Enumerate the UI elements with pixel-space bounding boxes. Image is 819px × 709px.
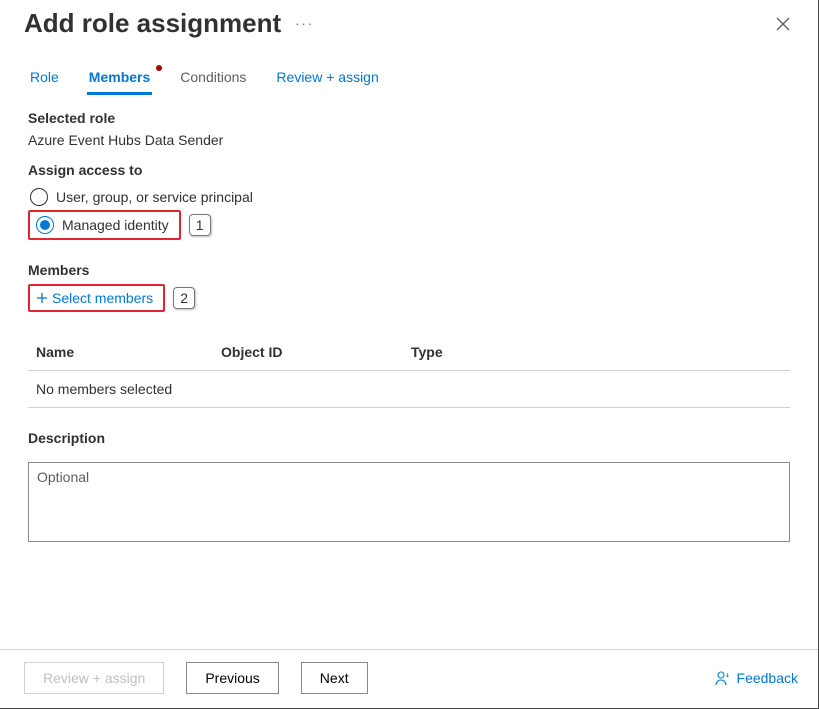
col-object-id: Object ID — [221, 344, 411, 360]
feedback-person-icon — [715, 670, 731, 686]
table-row-empty: No members selected — [28, 371, 790, 408]
close-icon — [776, 17, 790, 31]
annotation-highlight-managed-identity: Managed identity — [28, 210, 181, 240]
tab-members-label: Members — [89, 69, 150, 85]
assign-access-label: Assign access to — [28, 162, 790, 178]
tab-conditions[interactable]: Conditions — [178, 63, 248, 95]
selected-role-label: Selected role — [28, 110, 790, 126]
page-title: Add role assignment — [24, 8, 281, 39]
members-label: Members — [28, 262, 790, 278]
radio-unchecked-icon — [30, 188, 48, 206]
select-members-button[interactable]: Select members — [32, 288, 157, 308]
radio-user-group-sp[interactable]: User, group, or service principal — [28, 184, 790, 210]
close-button[interactable] — [768, 9, 798, 39]
selected-role-value: Azure Event Hubs Data Sender — [28, 132, 790, 148]
tab-strip: Role Members Conditions Review + assign — [0, 45, 818, 96]
empty-text: No members selected — [36, 381, 221, 397]
plus-icon — [36, 292, 48, 304]
col-name: Name — [36, 344, 221, 360]
feedback-link[interactable]: Feedback — [715, 670, 798, 686]
description-label: Description — [28, 430, 790, 446]
next-button[interactable]: Next — [301, 662, 368, 694]
required-indicator-icon — [156, 65, 162, 71]
radio-managed-identity[interactable]: Managed identity — [32, 214, 173, 236]
radio-checked-icon — [36, 216, 54, 234]
tab-review-assign[interactable]: Review + assign — [274, 63, 380, 95]
members-table: Name Object ID Type No members selected — [28, 334, 790, 408]
review-assign-button: Review + assign — [24, 662, 164, 694]
annotation-highlight-select-members: Select members — [28, 284, 165, 312]
radio-mi-label: Managed identity — [62, 217, 169, 233]
annotation-step-2: 2 — [173, 287, 195, 309]
select-members-label: Select members — [52, 290, 153, 306]
previous-button[interactable]: Previous — [186, 662, 278, 694]
description-input[interactable] — [28, 462, 790, 542]
col-type: Type — [411, 344, 782, 360]
feedback-label: Feedback — [737, 670, 798, 686]
tab-members[interactable]: Members — [87, 63, 152, 95]
command-bar: Review + assign Previous Next Feedback — [0, 649, 818, 708]
annotation-step-1: 1 — [189, 214, 211, 236]
tab-role[interactable]: Role — [28, 63, 61, 95]
header-overflow-menu[interactable]: ··· — [295, 16, 314, 31]
radio-user-label: User, group, or service principal — [56, 189, 253, 205]
